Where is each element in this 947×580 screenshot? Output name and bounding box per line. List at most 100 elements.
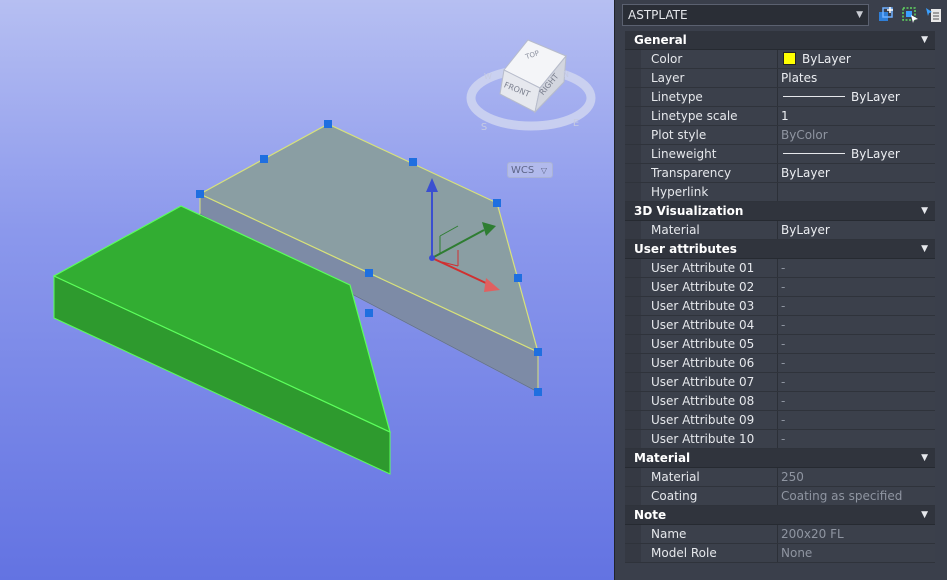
property-name[interactable]: Name 200x20 FL <box>625 525 935 544</box>
grip[interactable] <box>534 388 542 396</box>
property-value[interactable]: 1 <box>777 107 935 125</box>
property-label: Model Role <box>651 546 717 560</box>
grip[interactable] <box>409 158 417 166</box>
property-label: User Attribute 06 <box>651 356 755 370</box>
grip[interactable] <box>196 190 204 198</box>
compass-east-label[interactable]: E <box>573 118 579 129</box>
property-value[interactable]: - <box>777 392 935 410</box>
grip[interactable] <box>534 348 542 356</box>
property-plot-style[interactable]: Plot style ByColor <box>625 126 935 145</box>
property-value[interactable]: - <box>777 316 935 334</box>
model-scene[interactable]: TOP FRONT RIGHT S E N W <box>0 0 614 580</box>
section-title: 3D Visualization <box>634 204 744 218</box>
property-user-attribute[interactable]: User Attribute 08 - <box>625 392 935 411</box>
viewcube[interactable]: TOP FRONT RIGHT S E N W <box>466 39 596 133</box>
grip[interactable] <box>324 120 332 128</box>
property-user-attribute[interactable]: User Attribute 06 - <box>625 354 935 373</box>
property-lineweight[interactable]: Lineweight ByLayer <box>625 145 935 164</box>
compass-south-label[interactable]: S <box>481 122 487 133</box>
property-user-attribute[interactable]: User Attribute 04 - <box>625 316 935 335</box>
properties-palette: ASTPLATE ▼ General ▼ Color ByLayer Layer Pl… <box>614 0 947 580</box>
color-swatch-icon <box>783 52 796 65</box>
property-value[interactable]: None <box>777 544 935 562</box>
property-label: Linetype scale <box>651 109 738 123</box>
select-objects-icon[interactable] <box>901 6 919 24</box>
property-value[interactable]: - <box>777 373 935 391</box>
collapse-icon: ▼ <box>921 244 928 254</box>
property-value[interactable]: 200x20 FL <box>777 525 935 543</box>
property-user-attribute[interactable]: User Attribute 01 - <box>625 259 935 278</box>
property-label: User Attribute 07 <box>651 375 755 389</box>
property-visual-material[interactable]: Material ByLayer <box>625 221 935 240</box>
property-value[interactable]: ByLayer <box>777 221 935 239</box>
property-label: User Attribute 09 <box>651 413 755 427</box>
property-value[interactable]: 250 <box>777 468 935 486</box>
toggle-pickadd-icon[interactable] <box>877 6 895 24</box>
property-hyperlink[interactable]: Hyperlink <box>625 183 935 202</box>
property-value: ByLayer <box>777 50 935 68</box>
property-layer[interactable]: Layer Plates <box>625 69 935 88</box>
property-user-attribute[interactable]: User Attribute 07 - <box>625 373 935 392</box>
quick-select-icon[interactable] <box>925 6 943 24</box>
section-user-attributes-header[interactable]: User attributes ▼ <box>625 240 935 259</box>
property-label: Transparency <box>651 166 732 180</box>
collapse-icon: ▼ <box>921 453 928 463</box>
property-user-attribute[interactable]: User Attribute 03 - <box>625 297 935 316</box>
property-transparency[interactable]: Transparency ByLayer <box>625 164 935 183</box>
collapse-icon: ▼ <box>921 510 928 520</box>
property-coating[interactable]: Coating Coating as specified <box>625 487 935 506</box>
property-value[interactable]: - <box>777 430 935 448</box>
property-value[interactable]: Coating as specified <box>777 487 935 505</box>
property-label: User Attribute 05 <box>651 337 755 351</box>
wcs-menu-button[interactable]: WCS ▽ <box>507 162 553 178</box>
section-note-header[interactable]: Note ▼ <box>625 506 935 525</box>
collapse-icon: ▼ <box>921 206 928 216</box>
grip[interactable] <box>260 155 268 163</box>
linetype-preview-icon <box>783 96 845 97</box>
property-value[interactable]: - <box>777 354 935 372</box>
property-user-attribute[interactable]: User Attribute 05 - <box>625 335 935 354</box>
property-label: User Attribute 02 <box>651 280 755 294</box>
compass-north-label[interactable]: N <box>563 70 569 79</box>
property-user-attribute[interactable]: User Attribute 10 - <box>625 430 935 449</box>
property-label: User Attribute 04 <box>651 318 755 332</box>
model-viewport[interactable]: TOP FRONT RIGHT S E N W WCS ▽ <box>0 0 614 580</box>
property-value[interactable]: - <box>777 278 935 296</box>
section-material-header[interactable]: Material ▼ <box>625 449 935 468</box>
property-model-role[interactable]: Model Role None <box>625 544 935 563</box>
compass-west-label[interactable]: W <box>484 72 492 81</box>
chevron-down-icon: ▼ <box>856 10 863 20</box>
grip[interactable] <box>514 274 522 282</box>
property-value[interactable]: Plates <box>777 69 935 87</box>
property-material[interactable]: Material 250 <box>625 468 935 487</box>
properties-grid: General ▼ Color ByLayer Layer Plates Linety… <box>625 31 935 563</box>
grip[interactable] <box>493 199 501 207</box>
property-value[interactable]: ByLayer <box>777 164 935 182</box>
property-label: User Attribute 10 <box>651 432 755 446</box>
property-linetype[interactable]: Linetype ByLayer <box>625 88 935 107</box>
grip[interactable] <box>365 309 373 317</box>
grip[interactable] <box>365 269 373 277</box>
property-label: User Attribute 01 <box>651 261 755 275</box>
property-value[interactable]: - <box>777 335 935 353</box>
property-label: Hyperlink <box>651 185 709 199</box>
property-label: User Attribute 08 <box>651 394 755 408</box>
wcs-label: WCS <box>511 165 535 176</box>
property-value: ByLayer <box>777 145 935 163</box>
section-3d-visualization-header[interactable]: 3D Visualization ▼ <box>625 202 935 221</box>
property-label: Layer <box>651 71 685 85</box>
chevron-down-icon: ▽ <box>540 166 547 175</box>
property-user-attribute[interactable]: User Attribute 02 - <box>625 278 935 297</box>
object-type-select[interactable]: ASTPLATE ▼ <box>622 4 869 26</box>
property-label: Lineweight <box>651 147 717 161</box>
property-linetype-scale[interactable]: Linetype scale 1 <box>625 107 935 126</box>
property-value[interactable] <box>777 183 935 201</box>
property-value: ByLayer <box>777 88 935 106</box>
property-user-attribute[interactable]: User Attribute 09 - <box>625 411 935 430</box>
property-value[interactable]: - <box>777 297 935 315</box>
section-general-header[interactable]: General ▼ <box>625 31 935 50</box>
property-label: User Attribute 03 <box>651 299 755 313</box>
property-color[interactable]: Color ByLayer <box>625 50 935 69</box>
property-value[interactable]: - <box>777 259 935 277</box>
property-value[interactable]: - <box>777 411 935 429</box>
